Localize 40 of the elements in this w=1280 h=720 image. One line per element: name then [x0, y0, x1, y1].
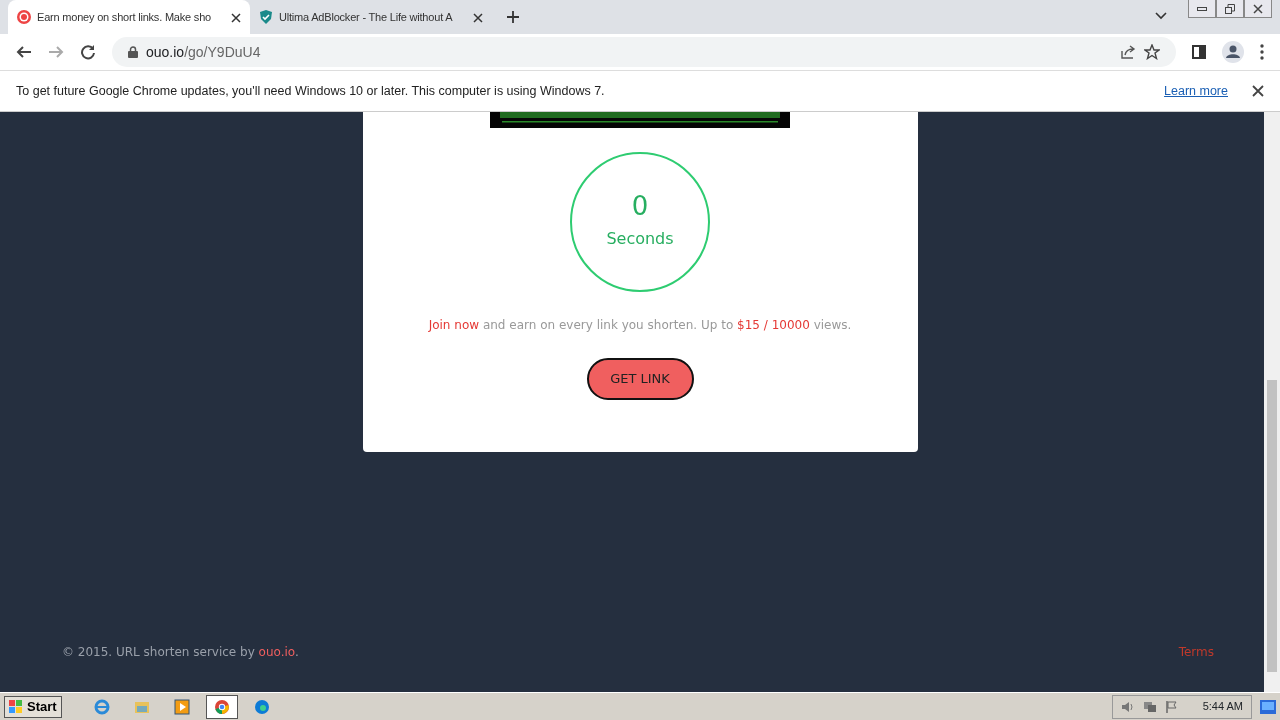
clock-text: 5:44 AM: [1202, 699, 1243, 715]
network-icon: [1142, 699, 1157, 714]
update-message: To get future Google Chrome updates, you'll need Windows 10 or later. This computer is using Windows 7.: [16, 82, 606, 100]
shield-icon: [258, 9, 274, 25]
browser-tab[interactable]: Earn money on short links. Make sho: [8, 0, 250, 34]
share-icon[interactable]: [1120, 44, 1136, 60]
browser-tab[interactable]: Ultima AdBlocker - The Life without A: [250, 0, 492, 34]
chevron-down-icon[interactable]: [1155, 12, 1167, 20]
countdown-value: 0: [631, 193, 649, 219]
scrollbar[interactable]: [1264, 112, 1280, 692]
copyright-text: © 2015. URL shorten service by ouo.io.: [62, 644, 299, 661]
close-icon[interactable]: [1253, 3, 1263, 14]
close-icon[interactable]: [1252, 85, 1264, 97]
get-link-button[interactable]: GET LINK: [586, 358, 694, 400]
menu-icon[interactable]: [1260, 44, 1264, 60]
star-icon[interactable]: [1144, 44, 1160, 60]
promo-text: Join now and earn on every link you shorten. Up to $15 / 10000 views.: [428, 317, 852, 334]
profile-icon[interactable]: [1222, 41, 1244, 63]
join-link[interactable]: Join now: [428, 318, 480, 332]
play-icon[interactable]: [173, 698, 190, 715]
flag-icon: [1164, 699, 1179, 714]
restore-icon[interactable]: [1225, 3, 1235, 14]
close-icon[interactable]: [231, 12, 241, 23]
close-icon[interactable]: [473, 12, 483, 23]
learn-more-link[interactable]: Learn more: [1164, 81, 1228, 101]
site-link[interactable]: ouo.io: [258, 645, 295, 659]
desktop-icon[interactable]: [1260, 699, 1276, 714]
start-button[interactable]: Start: [4, 695, 62, 718]
windows-logo-icon: [9, 699, 23, 714]
new-tab-icon[interactable]: [506, 10, 520, 24]
side-panel-icon[interactable]: [1192, 45, 1206, 59]
back-icon[interactable]: [16, 44, 32, 60]
speaker-icon: [1120, 699, 1135, 714]
minimize-icon[interactable]: [1197, 6, 1207, 11]
edge-icon[interactable]: [253, 698, 270, 715]
lock-icon: [128, 46, 138, 58]
countdown-unit: Seconds: [606, 228, 674, 250]
chrome-icon[interactable]: [213, 698, 230, 715]
reload-icon[interactable]: [80, 44, 96, 60]
target-icon: [16, 9, 32, 25]
